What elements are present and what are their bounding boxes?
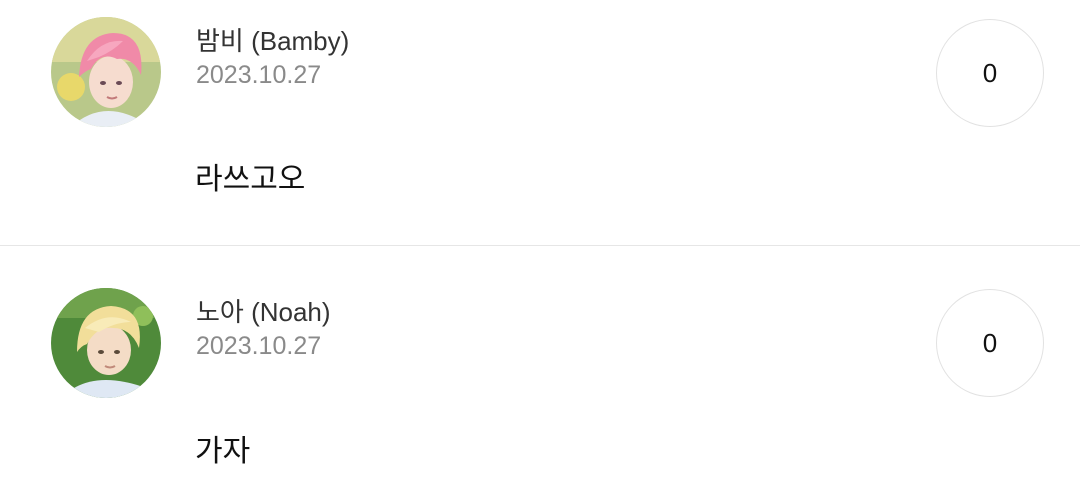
author-name[interactable]: 밤비 (Bamby) — [196, 21, 349, 58]
post-date: 2023.10.27 — [196, 61, 322, 89]
avatar[interactable] — [51, 288, 161, 398]
comment-feed: 밤비 (Bamby) 2023.10.27 라쓰고오 0 노아 (Noah) 2… — [0, 0, 1080, 493]
avatar[interactable] — [51, 17, 161, 127]
profile-photo-blonde-hair-icon — [51, 288, 161, 398]
comment-item: 밤비 (Bamby) 2023.10.27 라쓰고오 0 — [0, 0, 1080, 245]
author-name[interactable]: 노아 (Noah) — [196, 292, 331, 329]
comment-text: 가자 — [195, 435, 251, 468]
like-count-button[interactable]: 0 — [936, 289, 1044, 397]
like-count-value: 0 — [982, 57, 998, 88]
like-count-button[interactable]: 0 — [936, 19, 1044, 127]
profile-photo-pink-hair-icon — [51, 17, 161, 127]
like-count-value: 0 — [982, 327, 998, 358]
comment-item: 노아 (Noah) 2023.10.27 가자 0 — [0, 246, 1080, 493]
post-date: 2023.10.27 — [196, 332, 322, 360]
comment-text: 라쓰고오 — [195, 163, 306, 196]
